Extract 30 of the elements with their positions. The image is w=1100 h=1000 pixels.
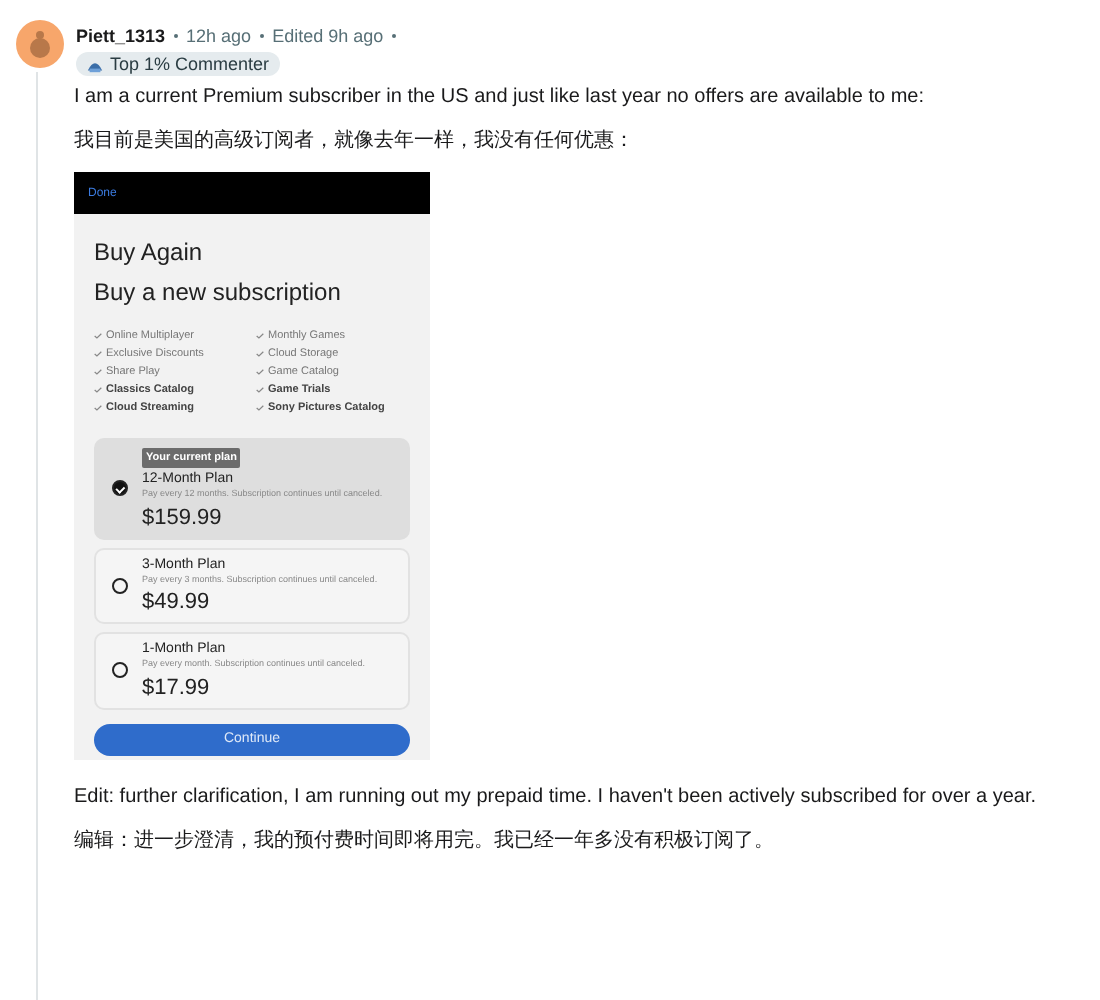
comment-text: I am a current Premium subscriber in the US and just like last year no offers are available to me: <box>74 84 927 112</box>
check-icon <box>94 368 102 376</box>
check-icon <box>256 404 264 412</box>
radio-button[interactable] <box>112 662 128 679</box>
separator-dot <box>391 33 397 39</box>
comment-text: 编辑：进一步澄清，我的预付费时间即将用完。我已经一年多没有积极订阅了。 <box>74 827 776 855</box>
comment-text: Edit: further clarification, I am running out my prepaid time. I haven't been actively subscribed for over a year. <box>74 783 1039 811</box>
commenter-badge: Top 1% Commenter <box>76 52 280 76</box>
username[interactable]: Piett_1313 <box>76 26 166 46</box>
check-icon <box>94 404 102 412</box>
plan-price: $49.99 <box>142 590 212 614</box>
check-icon <box>256 332 264 340</box>
plan-price: $17.99 <box>142 675 212 699</box>
plan-price: $159.99 <box>142 505 224 529</box>
edited-label: Edited 9h ago <box>272 26 384 46</box>
screen-title: Buy Again <box>94 238 205 266</box>
timestamp: 12h ago <box>186 26 252 46</box>
check-icon <box>256 386 264 394</box>
separator-dot <box>173 33 179 39</box>
check-icon <box>94 350 102 358</box>
check-icon <box>256 350 264 358</box>
screen-subtitle: Buy a new subscription <box>94 278 343 306</box>
separator-dot <box>259 33 265 39</box>
check-icon <box>256 368 264 376</box>
radio-button[interactable] <box>112 577 128 594</box>
check-icon <box>94 386 102 394</box>
avatar-icon[interactable] <box>16 20 64 68</box>
radio-button[interactable] <box>112 480 128 497</box>
comment-text: 我目前是美国的高级订阅者，就像去年一样，我没有任何优惠： <box>74 128 636 156</box>
check-icon <box>94 332 102 340</box>
